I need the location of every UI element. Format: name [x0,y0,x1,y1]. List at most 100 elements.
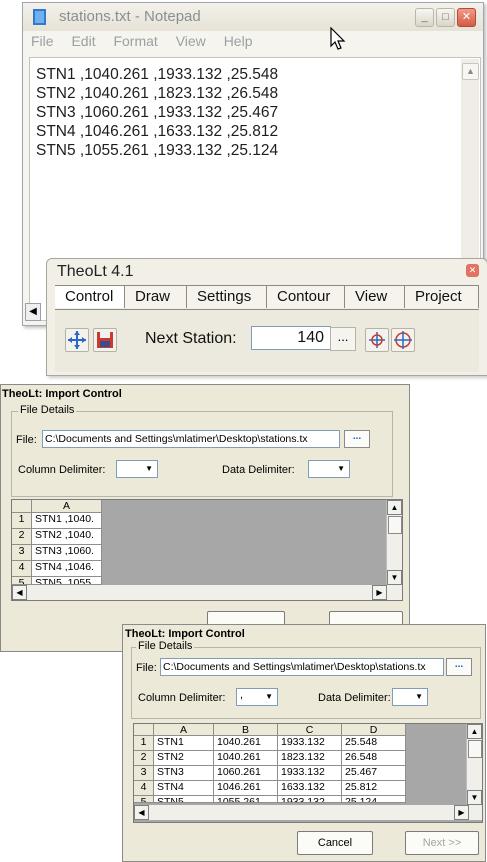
column-delimiter-select[interactable]: ▼ [116,460,158,478]
scroll-right-icon[interactable]: ▶ [454,805,469,820]
file-path-input[interactable]: C:\Documents and Settings\mlatimer\Deskt… [42,430,340,448]
column-header[interactable]: A [154,724,214,736]
row-header: 2 [12,529,32,545]
row-header: 2 [134,751,154,766]
next-station-input[interactable]: 140 [251,326,331,350]
notepad-title-bar[interactable]: stations.txt - Notepad _ □ ✕ [23,3,483,31]
file-path-input[interactable]: C:\Documents and Settings\mlatimer\Deskt… [160,658,444,676]
table-cell[interactable]: 25.467 [342,766,406,781]
data-delimiter-select[interactable]: ▼ [392,688,428,706]
tab-control[interactable]: Control [55,285,125,308]
row-header: 4 [12,561,32,577]
vertical-scrollbar[interactable]: ▲ ▼ [386,500,402,585]
table-cell[interactable]: STN4 ,1046. [32,561,102,577]
table-cell[interactable]: 1060.261 [214,766,278,781]
scroll-up-icon[interactable]: ▲ [467,724,482,739]
import-control-dialog-1: TheoLt: Import Control File Details File… [0,384,410,652]
table-cell[interactable]: 1633.132 [278,781,342,796]
data-delimiter-select[interactable]: ▼ [308,460,350,478]
table-cell[interactable]: 1040.261 [214,736,278,751]
table-cell[interactable]: 1933.132 [278,766,342,781]
table-cell[interactable]: STN5 [154,796,214,803]
dropdown-arrow-icon: ▼ [415,692,423,701]
browse-button[interactable]: ... [344,430,370,448]
table-cell[interactable]: STN2 ,1040. [32,529,102,545]
row-header: 1 [12,513,32,529]
table-cell[interactable]: 25.548 [342,736,406,751]
scroll-up-icon[interactable]: ▲ [462,63,479,80]
tab-settings[interactable]: Settings [187,285,267,308]
scroll-left-icon[interactable]: ◀ [134,805,149,820]
table-cell[interactable]: STN5 ,1055. [32,577,102,585]
menu-edit[interactable]: Edit [71,33,95,49]
tab-contour[interactable]: Contour [267,285,345,308]
target-button[interactable] [365,328,389,352]
menu-format[interactable]: Format [113,33,157,49]
preview-grid[interactable]: A B C D 1 STN1 1040.261 1933.132 25.548 … [133,723,483,823]
table-cell[interactable]: STN4 [154,781,214,796]
minimize-button[interactable]: _ [415,8,434,27]
table-cell[interactable]: 26.548 [342,751,406,766]
control-toolbar: Next Station: 140 ... [55,309,479,372]
grid-corner [134,724,154,736]
scroll-thumb[interactable] [468,740,482,758]
browse-button[interactable]: ... [330,327,356,351]
menu-file[interactable]: File [31,33,54,49]
table-cell[interactable]: 25.812 [342,781,406,796]
save-button[interactable] [93,328,117,352]
row-header: 3 [134,766,154,781]
scroll-left-icon[interactable]: ◀ [25,303,41,321]
close-icon[interactable]: ✕ [466,264,479,277]
file-label: File: [16,434,37,446]
dropdown-arrow-icon: ▼ [265,692,273,701]
table-cell[interactable]: 1823.132 [278,751,342,766]
maximize-button[interactable]: □ [436,8,455,27]
dialog-title: TheoLt: Import Control [2,388,122,400]
scroll-down-icon[interactable]: ▼ [387,570,402,585]
column-header[interactable]: D [342,724,406,736]
menu-help[interactable]: Help [224,33,253,49]
table-cell[interactable]: 1933.132 [278,736,342,751]
move-station-icon [68,331,86,349]
column-delimiter-select[interactable]: , ▼ [236,688,278,706]
scroll-down-icon[interactable]: ▼ [467,790,482,805]
tab-project[interactable]: Project [405,285,479,308]
theolt-title: TheoLt 4.1 [57,263,134,280]
move-station-button[interactable] [65,328,89,352]
table-cell[interactable]: STN1 ,1040. [32,513,102,529]
table-cell[interactable]: 25.124 [342,796,406,803]
close-icon: ✕ [461,11,472,23]
column-header[interactable]: C [278,724,342,736]
next-button[interactable]: Next >> [405,831,479,855]
horizontal-scrollbar[interactable]: ◀ ▶ [134,805,482,820]
text-line: STN5 ,1055.261 ,1933.132 ,25.124 [36,142,279,159]
column-header[interactable]: B [214,724,278,736]
table-cell[interactable]: STN2 [154,751,214,766]
menu-view[interactable]: View [176,33,206,49]
table-cell[interactable]: STN3 [154,766,214,781]
scroll-up-icon[interactable]: ▲ [387,500,402,515]
scroll-thumb[interactable] [388,516,402,534]
close-button[interactable]: ✕ [457,8,476,27]
table-cell[interactable]: STN1 [154,736,214,751]
column-header[interactable]: A [32,500,102,513]
crosshair-button[interactable] [391,328,415,352]
table-cell[interactable]: 1933.132 [278,796,342,803]
scroll-right-icon[interactable]: ▶ [372,585,387,600]
browse-button[interactable]: ... [446,658,472,676]
table-cell[interactable]: STN3 ,1060. [32,545,102,561]
vertical-scrollbar[interactable]: ▲ ▼ [466,724,482,805]
tab-draw[interactable]: Draw [125,285,187,308]
cancel-button[interactable]: Cancel [297,831,373,855]
scroll-left-icon[interactable]: ◀ [12,585,27,600]
minimize-icon: _ [421,11,428,23]
tab-view[interactable]: View [345,285,405,308]
file-label: File: [136,662,157,674]
table-cell[interactable]: 1040.261 [214,751,278,766]
table-cell[interactable]: 1046.261 [214,781,278,796]
import-control-dialog-2: TheoLt: Import Control File Details File… [122,624,486,862]
horizontal-scrollbar[interactable]: ◀ ▶ [12,585,402,600]
table-cell[interactable]: 1055.261 [214,796,278,803]
preview-grid[interactable]: A 1 STN1 ,1040. 2 STN2 ,1040. 3 STN3 ,10… [11,499,403,601]
column-delimiter-label: Column Delimiter: [138,692,226,704]
